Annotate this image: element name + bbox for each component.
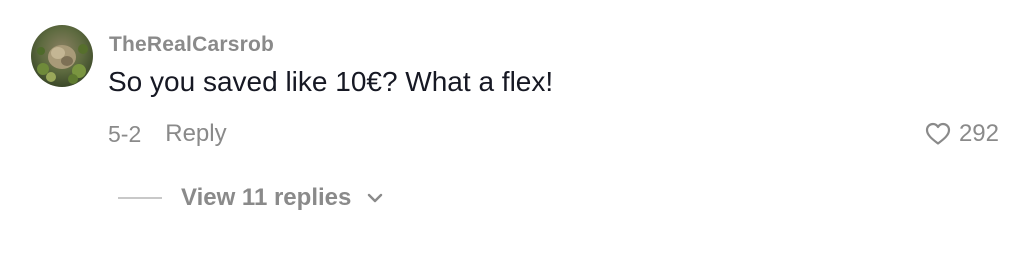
- comment-text: So you saved like 10€? What a flex!: [108, 66, 554, 97]
- replies-divider: [118, 197, 162, 199]
- chevron-down-icon: [367, 193, 383, 203]
- like-count: 292: [958, 120, 999, 147]
- view-replies-button[interactable]: View 11 replies: [118, 182, 383, 214]
- comment-meta: 5-2 Reply: [108, 119, 227, 149]
- heart-outline-icon: [925, 122, 951, 146]
- view-replies-label: View 11 replies: [181, 184, 352, 211]
- avatar-image: [37, 44, 88, 84]
- comment-username[interactable]: TheRealCarsrob: [109, 33, 274, 57]
- like-button[interactable]: 292: [925, 119, 999, 149]
- reply-button[interactable]: Reply: [165, 120, 226, 148]
- comment-date: 5-2: [108, 120, 142, 147]
- comment-item: TheRealCarsrob So you saved like 10€? Wh…: [0, 0, 1024, 256]
- avatar[interactable]: [31, 25, 93, 87]
